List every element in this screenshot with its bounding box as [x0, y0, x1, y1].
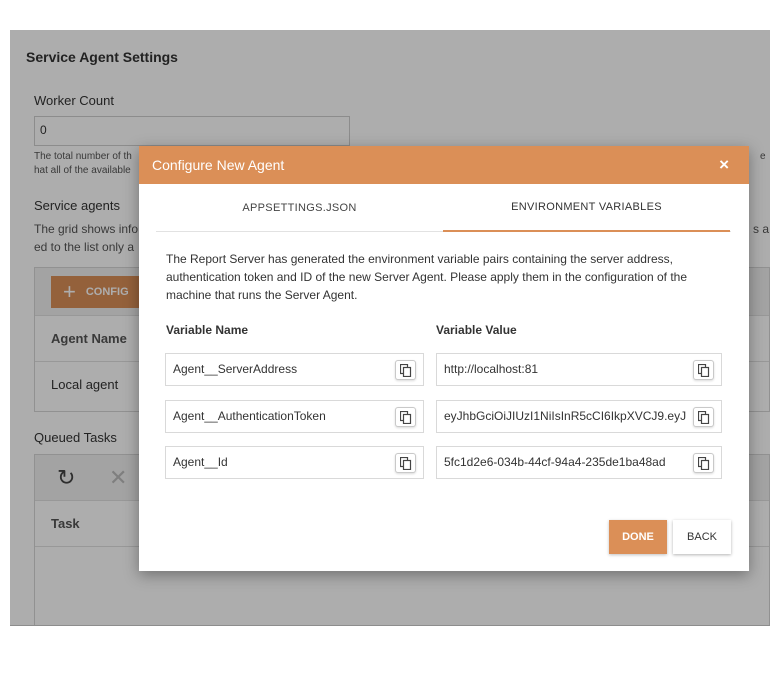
- copy-icon[interactable]: [693, 360, 714, 380]
- variable-name-text: Agent__Id: [173, 455, 228, 469]
- variable-value-header: Variable Value: [436, 323, 517, 337]
- tab-environment-variables[interactable]: ENVIRONMENT VARIABLES: [443, 184, 730, 232]
- configure-agent-dialog: Configure New Agent × APPSETTINGS.JSON E…: [139, 146, 749, 571]
- done-button[interactable]: DONE: [609, 520, 667, 554]
- variable-value-text: eyJhbGciOiJIUzI1NiIsInR5cCI6IkpXVCJ9.eyJ: [444, 409, 687, 423]
- variable-name-text: Agent__ServerAddress: [173, 362, 298, 376]
- dialog-tabs: APPSETTINGS.JSON ENVIRONMENT VARIABLES: [156, 184, 731, 232]
- variable-name-field[interactable]: Agent__AuthenticationToken: [165, 400, 424, 433]
- variable-value-field[interactable]: http://localhost:81: [436, 353, 722, 386]
- dialog-description: The Report Server has generated the envi…: [166, 252, 688, 302]
- dialog-header: Configure New Agent ×: [139, 146, 749, 184]
- tab-appsettings-json[interactable]: APPSETTINGS.JSON: [156, 184, 443, 232]
- copy-icon[interactable]: [395, 407, 416, 427]
- variable-value-text: 5fc1d2e6-034b-44cf-94a4-235de1ba48ad: [444, 455, 666, 469]
- variable-value-field[interactable]: 5fc1d2e6-034b-44cf-94a4-235de1ba48ad: [436, 446, 722, 479]
- variable-name-field[interactable]: Agent__ServerAddress: [165, 353, 424, 386]
- copy-icon[interactable]: [395, 360, 416, 380]
- copy-icon[interactable]: [693, 407, 714, 427]
- back-button[interactable]: BACK: [673, 520, 731, 554]
- variable-name-text: Agent__AuthenticationToken: [173, 409, 326, 423]
- variable-value-text: http://localhost:81: [444, 362, 539, 376]
- copy-icon[interactable]: [693, 453, 714, 473]
- dialog-title: Configure New Agent: [152, 157, 285, 173]
- variable-value-field[interactable]: eyJhbGciOiJIUzI1NiIsInR5cCI6IkpXVCJ9.eyJ: [436, 400, 722, 433]
- variable-name-field[interactable]: Agent__Id: [165, 446, 424, 479]
- copy-icon[interactable]: [395, 453, 416, 473]
- variable-name-header: Variable Name: [166, 323, 249, 337]
- close-icon[interactable]: ×: [719, 155, 729, 175]
